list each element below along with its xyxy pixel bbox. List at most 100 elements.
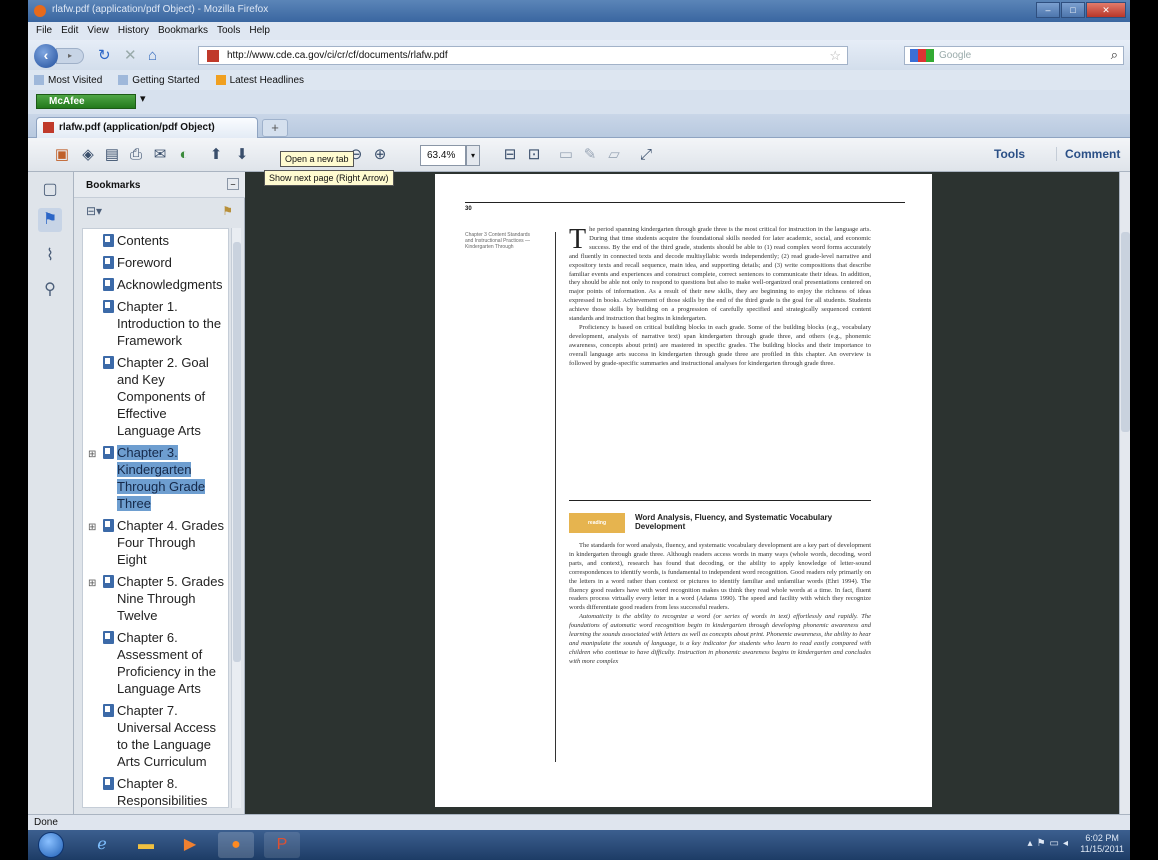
search-bar[interactable]: Google ⌕ [904,46,1124,65]
tab-rlafw-pdf[interactable]: rlafw.pdf (application/pdf Object) [36,117,258,138]
pdf-page: 30 Chapter 3 Content Standards and Instr… [435,174,932,807]
previous-page-icon[interactable]: ⬆ [206,145,226,165]
zoom-field[interactable]: 63.4% [420,145,466,166]
collaborate-icon[interactable]: ◐ [174,145,194,165]
stop-icon[interactable]: ✕ [124,48,137,63]
sign-icon[interactable]: ▭ [556,145,576,165]
menu-file[interactable]: File [36,25,52,37]
expand-icon[interactable]: ⊞ [88,519,96,536]
mcafee-button[interactable]: McAfee [36,94,136,109]
email-icon[interactable]: ✉ [150,145,170,165]
bookmark-page-icon [103,519,114,532]
search-icon[interactable]: ⌕ [1111,47,1118,63]
bookmark-star-icon[interactable]: ☆ [829,48,841,64]
bookmark-icon [34,75,44,85]
firefox-taskbar-icon[interactable]: ● [218,832,254,858]
tab-strip: rlafw.pdf (application/pdf Object) + [28,114,1130,138]
new-tab-button[interactable]: + [262,119,288,137]
zoom-dropdown-icon[interactable]: ▾ [466,145,480,166]
create-pdf-icon[interactable]: ▣ [52,145,72,165]
bookmark-latest-headlines[interactable]: Latest Headlines [215,74,304,86]
bookmark-item-foreword[interactable]: Foreword [83,251,228,273]
menu-bookmarks[interactable]: Bookmarks [158,25,208,37]
stamp-icon[interactable]: ▱ [604,145,624,165]
bookmark-page-icon [103,356,114,369]
bookmark-page-icon [103,446,114,459]
page-thumbnails-icon[interactable]: ▢ [38,178,62,202]
menu-tools[interactable]: Tools [217,25,240,37]
chevron-down-icon[interactable]: ▾ [140,92,146,105]
window-title: rlafw.pdf (application/pdf Object) - Moz… [52,4,269,15]
bookmarks-icon[interactable]: ⚑ [38,208,62,232]
attachments-icon[interactable]: ⌇ [38,244,62,268]
bookmark-item-chapter-2[interactable]: Chapter 2. Goal and Key Components of Ef… [83,351,228,441]
menu-view[interactable]: View [87,25,109,37]
print-icon[interactable]: ⎙ [126,145,146,165]
fit-page-icon[interactable]: ⊡ [524,145,544,165]
save-icon[interactable]: ◈ [78,145,98,165]
save-copy-icon[interactable]: ▤ [102,145,122,165]
tools-button[interactable]: Tools [994,147,1025,161]
scroll-mode-icon[interactable]: ⊟ [500,145,520,165]
internet-explorer-icon[interactable]: ℯ [84,832,120,858]
bookmark-item-label: Chapter 5. Grades Nine Through Twelve [117,574,224,623]
menu-history[interactable]: History [118,25,149,37]
tooltip-next-page: Show next page (Right Arrow) [264,170,394,186]
comment-button[interactable]: Comment [1056,147,1120,161]
back-button[interactable]: ‹ [34,44,58,68]
start-button[interactable] [38,832,64,858]
paragraph-1: he period spanning kindergarten through … [569,226,871,323]
minimize-button[interactable]: – [1036,2,1060,18]
paragraph-4: Automaticity is the ability to recognize… [569,613,871,665]
bookmark-page-icon [103,631,114,644]
zoom-in-icon[interactable]: ⊕ [370,145,390,165]
section-text: The standards for word analysis, fluency… [569,542,871,667]
bookmark-item-acknowledgments[interactable]: Acknowledgments [83,273,228,295]
bookmarks-scrollbar[interactable] [231,228,241,808]
clock[interactable]: 6:02 PM 11/15/2011 [1080,833,1124,855]
document-scrollbar[interactable] [1119,172,1130,814]
folder-icon[interactable]: ▬ [128,832,164,858]
bookmark-most-visited[interactable]: Most Visited [34,74,102,86]
bookmarks-header: Bookmarks – [74,172,245,198]
bookmark-item-contents[interactable]: Contents [83,229,228,251]
bookmark-page-icon [103,234,114,247]
bookmark-item-chapter-1[interactable]: Chapter 1. Introduction to the Framework [83,295,228,351]
bookmark-item-label: Acknowledgments [117,277,223,292]
bookmark-item-chapter-5[interactable]: ⊞ Chapter 5. Grades Nine Through Twelve [83,570,228,626]
scrollbar-thumb[interactable] [1121,232,1130,432]
navigation-pane-rail: ▢ ⚑ ⌇ ⚲ [28,172,74,814]
bookmark-item-chapter-4[interactable]: ⊞ Chapter 4. Grades Four Through Eight [83,514,228,570]
bookmark-item-chapter-7[interactable]: Chapter 7. Universal Access to the Langu… [83,699,228,772]
bookmark-page-icon [103,278,114,291]
screen: rlafw.pdf (application/pdf Object) - Moz… [28,0,1130,860]
maximize-button[interactable]: □ [1061,2,1085,18]
scrollbar-thumb[interactable] [233,242,241,662]
media-player-icon[interactable]: ▶ [172,832,208,858]
menu-edit[interactable]: Edit [61,25,78,37]
google-engine-icon[interactable] [910,49,934,62]
powerpoint-icon[interactable]: P [264,832,300,858]
highlight-icon[interactable]: ✎ [580,145,600,165]
menu-help[interactable]: Help [249,25,270,37]
forward-button[interactable]: ▸ [56,48,84,64]
bookmark-item-chapter-6[interactable]: Chapter 6. Assessment of Proficiency in … [83,626,228,699]
next-page-icon[interactable]: ⬇ [232,145,252,165]
expand-icon[interactable]: ⊞ [88,575,96,592]
bookmark-item-chapter-8[interactable]: Chapter 8. Responsibilities [83,772,228,807]
expand-icon[interactable]: ⤢ [636,145,656,165]
url-bar[interactable]: http://www.cde.ca.gov/ci/cr/cf/documents… [198,46,848,65]
bookmark-options-icon[interactable]: ⊟▾ [86,204,102,218]
search-binoculars-icon[interactable]: ⚲ [38,278,62,302]
bookmark-getting-started[interactable]: Getting Started [118,74,200,86]
close-button[interactable]: ✕ [1086,2,1126,18]
system-tray-icons[interactable]: ▴⚑▭◂ [1028,838,1072,849]
collapse-panel-icon[interactable]: – [227,178,239,190]
reload-icon[interactable]: ↻ [98,48,111,63]
home-icon[interactable]: ⌂ [148,48,157,63]
bookmark-item-chapter-3[interactable]: ⊞ Chapter 3. Kindergarten Through Grade T… [83,441,228,514]
expand-icon[interactable]: ⊞ [88,446,96,463]
new-bookmark-icon[interactable]: ⚑ [222,204,233,218]
bookmarks-tools: ⊟▾ ⚑ [74,198,245,224]
bookmark-page-icon [103,300,114,313]
